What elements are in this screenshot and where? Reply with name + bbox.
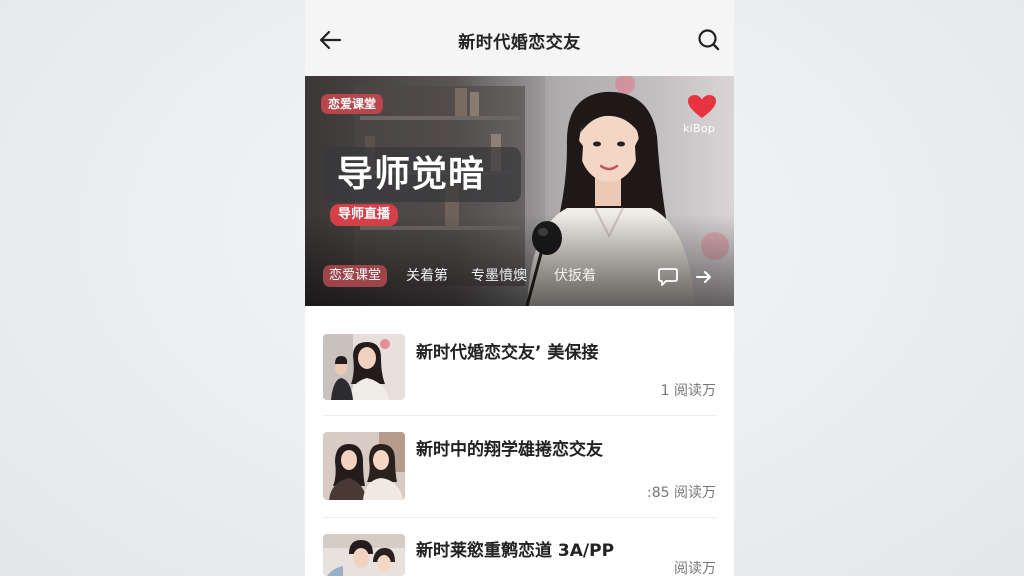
article-thumbnail-1 — [323, 334, 405, 400]
banner-subtag: 导师直播 — [330, 204, 399, 226]
back-button[interactable] — [317, 26, 345, 54]
banner-heading: 导师觉暗 — [337, 154, 486, 195]
banner-category-tag: 恋爱课堂 — [321, 94, 384, 114]
bottom-link-2[interactable]: 专墨憤燠 — [471, 267, 527, 285]
app-backdrop: 新时代婚恋交友 恋爱课堂 导师觉暗 导师直播 kiBop 恋爱课堂 关着第 专墨… — [0, 0, 1024, 576]
article-thumbnail-3 — [323, 534, 405, 576]
bottom-link-1[interactable]: 关着第 — [406, 267, 448, 285]
search-icon — [698, 29, 720, 51]
top-bar: 新时代婚恋交友 — [305, 0, 734, 76]
article-thumbnail-2 — [323, 432, 405, 500]
arrow-left-icon — [319, 30, 342, 50]
chat-bubble-icon[interactable] — [657, 267, 679, 287]
bottom-category-tag[interactable]: 恋爱课堂 — [323, 265, 388, 287]
heart-icon — [688, 95, 716, 118]
article-meta-1: 1 阅读万 — [660, 383, 716, 399]
bottom-link-3[interactable]: 伏扳着 — [554, 267, 596, 285]
article-item-2[interactable]: 新时中的翔学雄捲恋交友 :85 阅读万 — [323, 432, 716, 501]
banner-heading-panel: 导师觉暗 — [323, 147, 521, 202]
article-item-3[interactable]: 新时莱慾重鹩恋道 3A/PP 阅读万 — [323, 534, 716, 576]
featured-banner[interactable]: 恋爱课堂 导师觉暗 导师直播 kiBop 恋爱课堂 关着第 专墨憤燠 伏扳着 — [305, 76, 734, 306]
article-title-3: 新时莱慾重鹩恋道 3A/PP — [416, 541, 615, 561]
search-button[interactable] — [695, 26, 723, 54]
page-title: 新时代婚恋交友 — [458, 33, 581, 53]
brand-label: kiBop — [683, 122, 716, 135]
article-meta-3: 阅读万 — [674, 561, 716, 576]
article-title-1: 新时代婚恋交友’ 美保接 — [416, 343, 599, 363]
article-item-1[interactable]: 新时代婚恋交友’ 美保接 1 阅读万 — [323, 334, 716, 402]
banner-bottom-bar: 恋爱课堂 关着第 专墨憤燠 伏扳着 — [305, 261, 734, 306]
arrow-right-icon[interactable] — [694, 268, 714, 286]
article-title-2: 新时中的翔学雄捲恋交友 — [416, 440, 603, 460]
list-divider — [323, 517, 716, 518]
phone-screen: 新时代婚恋交友 恋爱课堂 导师觉暗 导师直播 kiBop 恋爱课堂 关着第 专墨… — [305, 0, 734, 576]
article-meta-2: :85 阅读万 — [647, 485, 716, 501]
list-divider — [323, 415, 716, 416]
